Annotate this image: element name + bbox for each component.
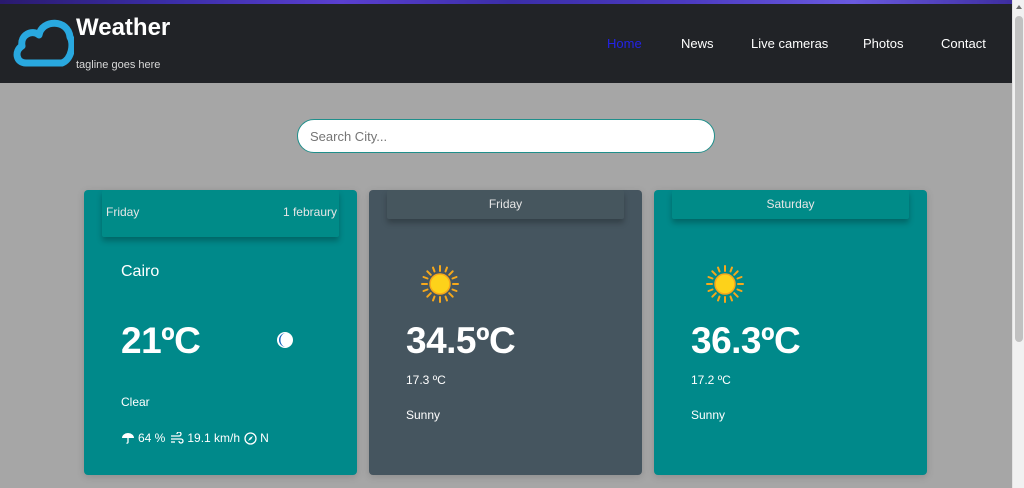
card-header: Saturday xyxy=(672,190,909,219)
nav-live-cameras[interactable]: Live cameras xyxy=(751,36,828,51)
nav-home[interactable]: Home xyxy=(607,36,642,51)
weather-condition: Sunny xyxy=(691,408,726,422)
weather-condition: Sunny xyxy=(406,408,441,422)
main-nav: Home News Live cameras Photos Contact xyxy=(0,36,1012,56)
search-input[interactable] xyxy=(297,119,715,153)
moon-icon xyxy=(277,332,293,348)
wind-direction-value: N xyxy=(260,431,269,445)
city-name: Cairo xyxy=(121,263,160,280)
forecast-min-temperature: 17.2 ºC xyxy=(691,373,731,387)
forecast-temperature: 36.3ºC xyxy=(691,320,801,361)
card-header: Friday 1 febraury xyxy=(102,190,339,237)
weather-condition: Clear xyxy=(121,395,150,409)
nav-contact[interactable]: Contact xyxy=(941,36,986,51)
current-temperature: 21ºC xyxy=(121,320,201,361)
weather-card-today: Friday 1 febraury Cairo 21ºC Clear 64 % … xyxy=(84,190,357,475)
site-tagline: tagline goes here xyxy=(76,59,161,71)
sun-icon xyxy=(706,265,744,303)
site-header: Weather tagline goes here Home News Live… xyxy=(0,4,1012,83)
wind-icon xyxy=(171,432,184,444)
card-day: Saturday xyxy=(766,197,815,211)
nav-news[interactable]: News xyxy=(681,36,714,51)
wind-speed-value: 19.1 km/h xyxy=(187,431,241,445)
weather-card-forecast-2: Saturday 36.3ºC 17.2 ºC Sunny xyxy=(654,190,927,475)
nav-photos[interactable]: Photos xyxy=(863,36,903,51)
compass-icon xyxy=(244,431,257,445)
card-header: Friday xyxy=(387,190,624,219)
scroll-up-arrow-icon[interactable] xyxy=(1016,5,1022,9)
page-scrollbar[interactable] xyxy=(1012,0,1024,488)
weather-card-forecast-1: Friday 34.5ºC 17.3 ºC Sunny xyxy=(369,190,642,475)
card-day: Friday xyxy=(106,205,140,219)
umbrella-icon xyxy=(122,433,134,444)
card-date: 1 febraury xyxy=(282,205,337,219)
humidity-value: 64 % xyxy=(138,431,166,445)
weather-stats: 64 % 19.1 km/h N xyxy=(121,431,269,445)
scrollbar-thumb[interactable] xyxy=(1015,16,1023,342)
forecast-min-temperature: 17.3 ºC xyxy=(406,373,446,387)
sun-icon xyxy=(421,265,459,303)
forecast-temperature: 34.5ºC xyxy=(406,320,516,361)
card-day: Friday xyxy=(488,197,523,211)
